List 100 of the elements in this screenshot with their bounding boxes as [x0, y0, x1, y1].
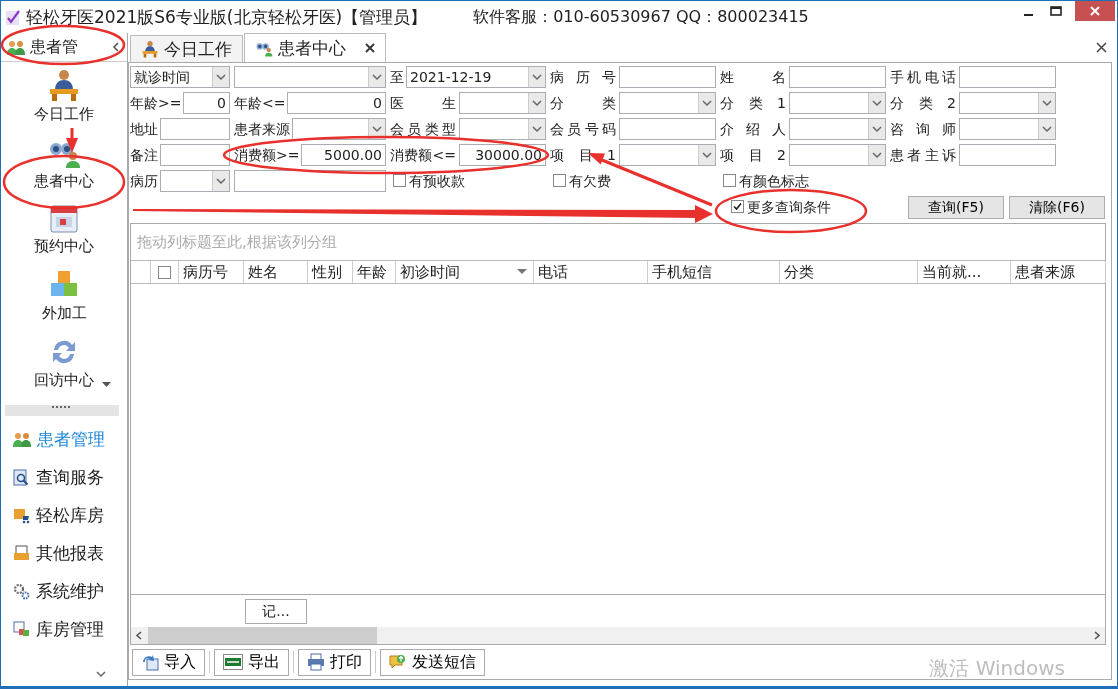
field-label: 患者来源 [234, 120, 290, 138]
dropdown-field[interactable]: 就诊时间 [130, 66, 230, 88]
checkbox-label: 有欠费 [569, 172, 611, 190]
field-label: 地址 [130, 120, 158, 138]
toolbar-button[interactable]: 导入 [132, 648, 205, 676]
dropdown-field[interactable] [619, 92, 716, 114]
field-label: 患者主诉 [890, 146, 956, 164]
field-label: 年龄>= [130, 94, 182, 112]
dropdown-field[interactable] [234, 66, 386, 88]
launcher-item[interactable]: 外加工 [9, 269, 119, 336]
input-field[interactable] [789, 66, 886, 88]
splitter-grip[interactable] [5, 405, 119, 416]
input-field[interactable] [160, 118, 230, 140]
nav-item[interactable]: 其他报表 [13, 534, 127, 572]
dropdown-field[interactable] [160, 170, 230, 192]
toolbar-button[interactable]: 发送短信 [380, 648, 485, 676]
input-field[interactable] [160, 144, 230, 166]
column-header[interactable]: 分类 [780, 261, 918, 283]
dropdown-field[interactable] [789, 92, 886, 114]
field-label: 备注 [130, 146, 158, 164]
field-label: 病历 [130, 172, 158, 190]
launcher-item[interactable]: 今日工作 [9, 68, 119, 135]
checkbox[interactable] [723, 174, 736, 188]
window-title: 轻松牙医2021版S6专业版(北京轻松牙医)【管理员】 [26, 6, 428, 28]
close-icon[interactable] [365, 43, 375, 53]
annotation-arrow [66, 128, 78, 153]
column-header[interactable]: 性别 [308, 261, 353, 283]
input-field[interactable]: 30000.00 [459, 144, 546, 166]
column-header[interactable]: 手机短信 [648, 261, 780, 283]
checkbox[interactable] [158, 265, 171, 279]
people-icon [7, 39, 25, 55]
field-label: 分 类 [550, 94, 616, 112]
maximize-icon [1050, 6, 1062, 16]
column-header[interactable]: 姓名 [244, 261, 308, 283]
column-header[interactable]: 患者来源 [1011, 261, 1106, 283]
toolbar-button[interactable]: 导出 [214, 648, 289, 676]
column-header[interactable]: 年龄 [353, 261, 396, 283]
launcher-item[interactable]: 预约中心 [9, 202, 119, 269]
nav-item[interactable]: 轻松库房 [13, 496, 127, 534]
sidebar-header[interactable]: 患者管 [1, 33, 127, 62]
search-button[interactable]: 查询(F5) [908, 195, 1004, 219]
input-field[interactable]: 5000.00 [301, 144, 386, 166]
field-label: 咨 询 师 [890, 120, 956, 138]
column-header[interactable]: 病历号 [179, 261, 244, 283]
dropdown-field[interactable] [959, 118, 1056, 140]
input-field[interactable]: 0 [183, 92, 230, 114]
collapse-icon[interactable] [111, 41, 121, 53]
field-label: 消费额<= [390, 146, 456, 164]
app-icon [5, 8, 22, 26]
nav-item[interactable]: 查询服务 [13, 458, 127, 496]
column-header[interactable]: 电话 [534, 261, 648, 283]
dropdown-field[interactable] [292, 118, 386, 140]
input-field[interactable] [959, 144, 1056, 166]
dropdown-field[interactable] [619, 144, 716, 166]
box-cart-icon [13, 506, 30, 524]
summary-cell: 记... [245, 598, 307, 624]
field-label: 年龄<= [234, 94, 286, 112]
checkbox-label: 有颜色标志 [739, 172, 809, 190]
chevron-down-icon [872, 125, 882, 133]
chevron-down-icon [216, 73, 226, 81]
scroll-down-icon[interactable] [96, 671, 106, 678]
chevron-down-icon [872, 99, 882, 107]
dropdown-field[interactable]: 2021-12-19 [406, 66, 546, 88]
dropdown-field[interactable] [459, 118, 546, 140]
input-field[interactable] [619, 118, 716, 140]
dropdown-field[interactable] [959, 92, 1056, 114]
input-field[interactable] [234, 170, 386, 192]
people-icon [13, 431, 31, 447]
chevron-down-icon [532, 73, 542, 81]
close-button[interactable] [1075, 1, 1115, 21]
tab[interactable]: 今日工作 [130, 35, 243, 62]
input-field[interactable]: 0 [287, 92, 386, 114]
checkbox[interactable] [731, 200, 744, 214]
search-button[interactable]: 清除(F6) [1009, 195, 1105, 219]
input-field[interactable] [959, 66, 1056, 88]
chevron-down-icon [532, 125, 542, 133]
column-header[interactable]: 当前就... [918, 261, 1011, 283]
dropdown-field[interactable] [459, 92, 546, 114]
chevron-down-icon [872, 151, 882, 159]
tab[interactable]: 患者中心 [244, 33, 386, 62]
dropdown-field[interactable] [789, 118, 886, 140]
field-label: 分类2 [890, 94, 956, 112]
scrollbar-thumb[interactable] [148, 627, 377, 644]
dropdown-caret-icon[interactable] [102, 382, 111, 388]
nav-item[interactable]: 患者管理 [13, 420, 127, 458]
nav-item[interactable]: 库房管理 [13, 610, 127, 648]
chevron-down-icon [372, 125, 382, 133]
chevron-down-icon [216, 177, 226, 185]
input-field[interactable] [619, 66, 716, 88]
field-label: 消费额>= [234, 146, 300, 164]
column-header[interactable]: 初诊时间 [396, 261, 534, 283]
sidebar-title: 患者管 [30, 37, 78, 57]
dropdown-field[interactable] [789, 144, 886, 166]
checkbox[interactable] [393, 174, 406, 188]
nav-item[interactable]: 系统维护 [13, 572, 127, 610]
close-icon[interactable] [1096, 42, 1107, 53]
toolbar-button[interactable]: 打印 [298, 648, 371, 676]
launcher-item[interactable]: 回访中心 [9, 336, 119, 403]
dropdown-caret-icon[interactable] [517, 269, 527, 275]
checkbox[interactable] [553, 174, 566, 188]
